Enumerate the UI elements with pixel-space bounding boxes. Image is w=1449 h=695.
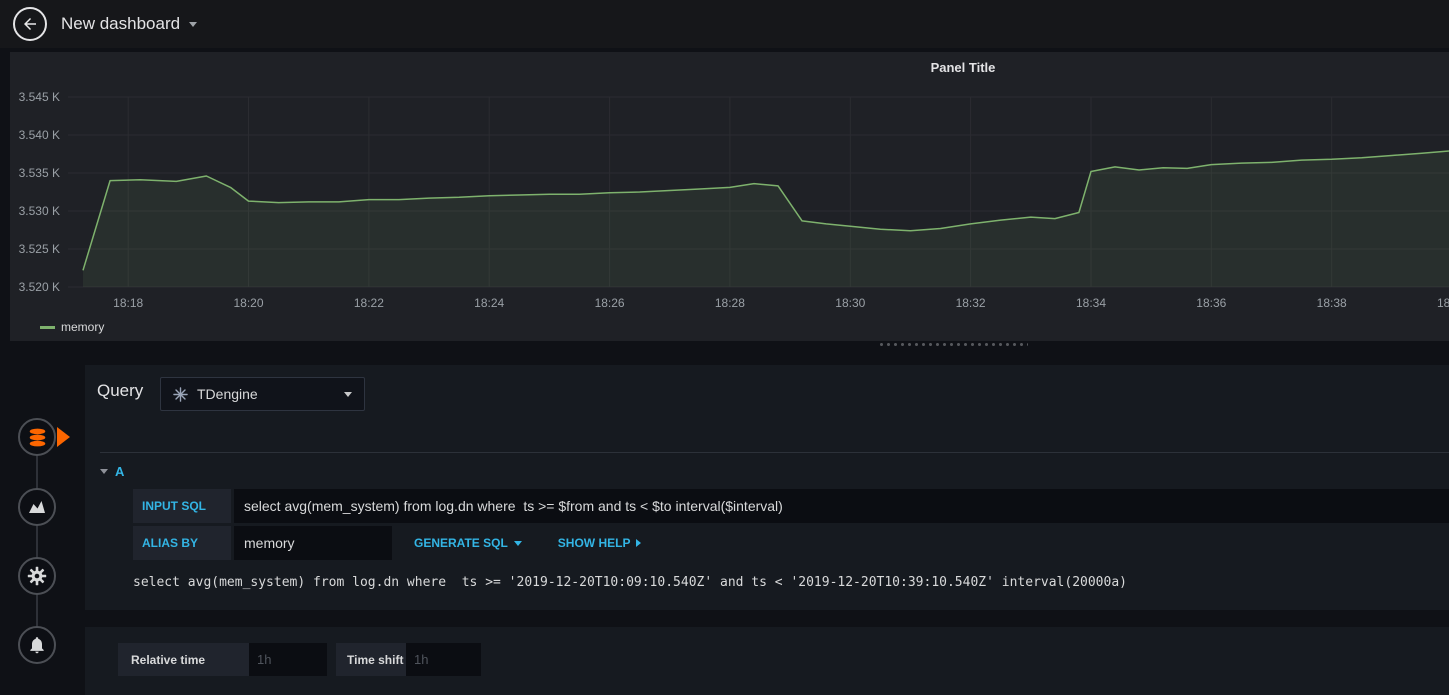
svg-text:3.530 K: 3.530 K	[19, 204, 60, 218]
query-row-toggle[interactable]: A	[100, 461, 124, 481]
svg-text:3.525 K: 3.525 K	[19, 242, 60, 256]
generate-sql-button[interactable]: GENERATE SQL	[400, 526, 536, 560]
generate-sql-label: GENERATE SQL	[414, 536, 508, 550]
svg-text:18:34: 18:34	[1076, 296, 1106, 310]
relative-time-field[interactable]	[249, 643, 327, 676]
query-section-title: Query	[97, 381, 144, 400]
time-shift-field[interactable]	[406, 643, 481, 676]
tab-alert[interactable]	[18, 626, 56, 664]
svg-text:18:18: 18:18	[113, 296, 143, 310]
memory-chart[interactable]: 3.520 K 3.525 K 3.530 K 3.535 K 3.540 K 3.545…	[10, 52, 1449, 314]
active-tab-arrow-icon	[57, 427, 70, 447]
legend-series-label[interactable]: memory	[61, 320, 104, 334]
tab-visualization[interactable]	[18, 488, 56, 526]
generated-sql-text: select avg(mem_system) from log.dn where…	[133, 575, 1127, 590]
bell-icon	[30, 637, 44, 654]
svg-text:18:40: 18:40	[1437, 296, 1449, 310]
alias-by-label: ALIAS BY	[133, 526, 231, 560]
legend-series-color	[40, 325, 55, 329]
svg-text:18:36: 18:36	[1196, 296, 1226, 310]
chevron-down-icon	[513, 540, 522, 546]
panel-editor: Query TDengine A INPUT SQL ALIAS BY GENE…	[85, 365, 1449, 695]
time-options-row: Relative time Time shift	[118, 643, 481, 676]
dashboard-title-menu[interactable]: New dashboard	[61, 12, 198, 36]
editor-tab-strip	[0, 365, 85, 695]
svg-text:3.540 K: 3.540 K	[19, 128, 60, 142]
svg-text:18:32: 18:32	[956, 296, 986, 310]
tab-connector-line	[36, 437, 38, 645]
input-sql-field[interactable]	[234, 489, 1449, 523]
alias-by-row: ALIAS BY GENERATE SQL SHOW HELP	[133, 526, 1449, 560]
database-icon	[29, 428, 45, 446]
svg-text:3.545 K: 3.545 K	[19, 90, 60, 104]
svg-text:3.520 K: 3.520 K	[19, 280, 60, 294]
horizontal-scrollbar-handle[interactable]	[878, 342, 1028, 347]
svg-text:18:28: 18:28	[715, 296, 745, 310]
section-divider	[100, 452, 1449, 453]
tab-queries[interactable]	[18, 418, 56, 456]
svg-text:18:22: 18:22	[354, 296, 384, 310]
svg-text:18:30: 18:30	[835, 296, 865, 310]
graph-panel: Panel Title 3.520 K 3.525 K 3.530 K 3.535 K…	[10, 52, 1449, 341]
svg-text:18:24: 18:24	[474, 296, 504, 310]
datasource-name: TDengine	[197, 386, 258, 402]
chevron-down-icon	[344, 391, 352, 397]
chart-icon	[29, 501, 45, 513]
svg-text:18:20: 18:20	[233, 296, 263, 310]
svg-text:3.535 K: 3.535 K	[19, 166, 60, 180]
time-shift-label: Time shift	[336, 643, 406, 676]
datasource-select[interactable]: TDengine	[160, 377, 365, 411]
collapse-chevron-icon	[100, 468, 108, 474]
show-help-button[interactable]: SHOW HELP	[544, 526, 656, 560]
show-help-label: SHOW HELP	[557, 536, 631, 550]
alias-by-field[interactable]	[234, 526, 392, 560]
tdengine-logo-icon	[173, 386, 188, 402]
back-button[interactable]	[13, 7, 47, 41]
dashboard-title: New dashboard	[61, 14, 181, 33]
gear-icon	[27, 566, 47, 586]
query-ref-id: A	[115, 463, 125, 479]
chart-legend: memory	[40, 320, 104, 334]
svg-text:18:38: 18:38	[1317, 296, 1347, 310]
relative-time-label: Relative time	[118, 643, 249, 676]
tab-general[interactable]	[18, 557, 56, 595]
chevron-right-icon	[636, 539, 642, 547]
input-sql-label: INPUT SQL	[133, 489, 231, 523]
top-header: New dashboard	[0, 0, 1449, 48]
arrow-left-icon	[24, 18, 36, 30]
svg-text:18:26: 18:26	[595, 296, 625, 310]
input-sql-row: INPUT SQL	[133, 489, 1449, 523]
chevron-down-icon	[189, 21, 198, 27]
